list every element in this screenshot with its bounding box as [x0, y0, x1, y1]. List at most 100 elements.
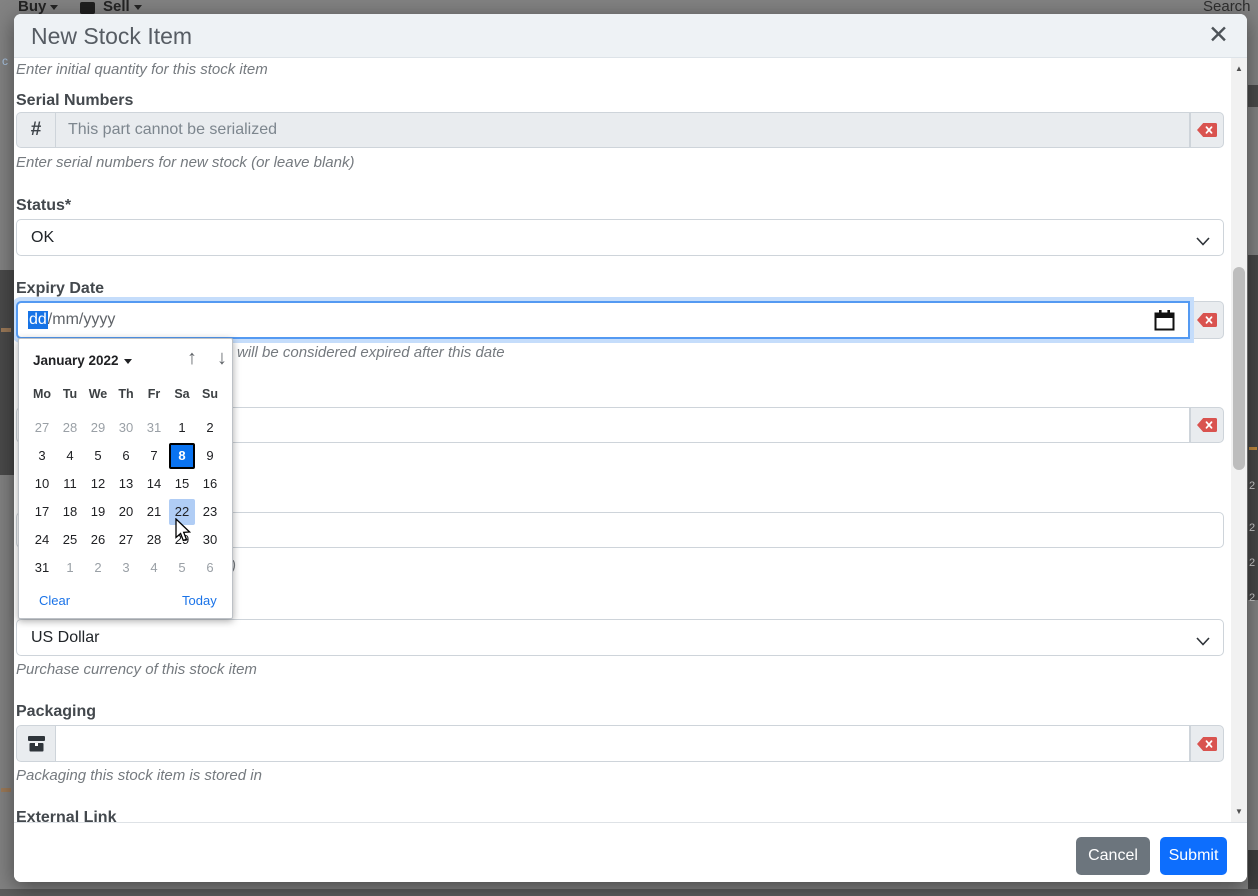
calendar-day-4[interactable]: 4	[56, 442, 84, 470]
expiry-date-label: Expiry Date	[16, 280, 104, 298]
calendar-day-6[interactable]: 6	[112, 442, 140, 470]
backdrop-fragment	[0, 270, 14, 475]
modal-footer: Cancel Submit	[14, 822, 1247, 882]
external-link-label: External Link	[16, 809, 116, 822]
calendar-day-31[interactable]: 31	[140, 414, 168, 442]
clear-batch-button[interactable]	[1190, 407, 1224, 443]
calendar-day-25[interactable]: 25	[56, 526, 84, 554]
serial-numbers-group: #	[16, 112, 1224, 148]
backspace-delete-icon	[1196, 736, 1218, 752]
caret-down-icon	[124, 359, 132, 364]
backdrop-fragment: c	[2, 54, 8, 68]
calendar-day-1[interactable]: 1	[168, 414, 196, 442]
calendar-day-5[interactable]: 5	[84, 442, 112, 470]
clear-serial-button[interactable]	[1190, 112, 1224, 148]
backdrop-fragment: 2	[1249, 557, 1255, 569]
calendar-day-8[interactable]: 8	[168, 442, 196, 470]
calendar-day-29[interactable]: 29	[84, 414, 112, 442]
expiry-date-input[interactable]: dd/mm/yyyy	[16, 301, 1190, 339]
backdrop-nav-buy: Buy	[18, 0, 58, 15]
calendar-day-3[interactable]: 3	[112, 554, 140, 582]
calendar-day-5[interactable]: 5	[168, 554, 196, 582]
calendar-day-6[interactable]: 6	[196, 554, 224, 582]
calendar-day-28[interactable]: 28	[56, 414, 84, 442]
calendar-today-link[interactable]: Today	[182, 593, 217, 608]
packaging-help: Packaging this stock item is stored in	[16, 767, 262, 784]
calendar-picker-icon[interactable]	[1153, 309, 1176, 338]
close-icon[interactable]: ✕	[1208, 20, 1229, 50]
date-day-segment[interactable]: dd	[28, 311, 48, 329]
calendar-day-10[interactable]: 10	[28, 470, 56, 498]
status-select[interactable]: OK	[16, 219, 1224, 256]
calendar-day-12[interactable]: 12	[84, 470, 112, 498]
calendar-day-26[interactable]: 26	[84, 526, 112, 554]
date-picker-popup: January 2022 ↑ ↓ MoTuWeThFrSaSu 27282930…	[18, 338, 233, 619]
cancel-button[interactable]: Cancel	[1076, 837, 1150, 875]
calendar-weekdays: MoTuWeThFrSaSu	[28, 387, 224, 407]
modal-header: New Stock Item ✕	[14, 14, 1247, 58]
calendar-day-18[interactable]: 18	[56, 498, 84, 526]
caret-down-icon	[134, 5, 142, 10]
calendar-day-11[interactable]: 11	[56, 470, 84, 498]
calendar-day-16[interactable]: 16	[196, 470, 224, 498]
backdrop-fragment: 2	[1249, 480, 1255, 492]
backdrop-fragment	[1, 328, 11, 332]
backdrop-fragment	[1248, 255, 1258, 600]
calendar-day-21[interactable]: 21	[140, 498, 168, 526]
purchase-currency-select[interactable]: US Dollar	[16, 619, 1224, 656]
next-month-arrow-icon[interactable]: ↓	[217, 347, 227, 370]
packaging-group	[16, 725, 1224, 762]
calendar-day-7[interactable]: 7	[140, 442, 168, 470]
calendar-day-3[interactable]: 3	[28, 442, 56, 470]
backdrop-nav-sell: Sell	[103, 0, 142, 15]
calendar-day-27[interactable]: 27	[112, 526, 140, 554]
calendar-day-15[interactable]: 15	[168, 470, 196, 498]
modal-title: New Stock Item	[31, 23, 192, 50]
submit-button[interactable]: Submit	[1160, 837, 1227, 875]
calendar-day-14[interactable]: 14	[140, 470, 168, 498]
calendar-day-31[interactable]: 31	[28, 554, 56, 582]
currency-help: Purchase currency of this stock item	[16, 661, 257, 678]
hash-icon: #	[16, 112, 56, 148]
expiry-date-group: dd/mm/yyyy	[16, 301, 1224, 339]
calendar-clear-link[interactable]: Clear	[39, 593, 70, 608]
weekday-label: Sa	[168, 387, 196, 407]
packaging-input[interactable]	[56, 725, 1190, 762]
weekday-label: Tu	[56, 387, 84, 407]
backdrop-fragment	[1248, 85, 1258, 107]
weekday-label: Fr	[140, 387, 168, 407]
calendar-day-28[interactable]: 28	[140, 526, 168, 554]
weekday-label: Su	[196, 387, 224, 407]
date-rest-segment[interactable]: /mm/yyyy	[48, 311, 116, 329]
calendar-day-2[interactable]: 2	[84, 554, 112, 582]
calendar-day-23[interactable]: 23	[196, 498, 224, 526]
calendar-day-13[interactable]: 13	[112, 470, 140, 498]
caret-down-icon	[50, 5, 58, 10]
scroll-down-icon[interactable]: ▼	[1231, 807, 1247, 816]
clear-expiry-button[interactable]	[1190, 301, 1224, 339]
month-selector[interactable]: January 2022	[33, 353, 132, 368]
calendar-day-19[interactable]: 19	[84, 498, 112, 526]
calendar-day-27[interactable]: 27	[28, 414, 56, 442]
calendar-day-17[interactable]: 17	[28, 498, 56, 526]
scrollbar-thumb[interactable]	[1233, 267, 1245, 470]
clear-packaging-button[interactable]	[1190, 725, 1224, 762]
calendar-day-1[interactable]: 1	[56, 554, 84, 582]
calendar-day-30[interactable]: 30	[112, 414, 140, 442]
scroll-up-icon[interactable]: ▲	[1231, 64, 1247, 73]
calendar-day-9[interactable]: 9	[196, 442, 224, 470]
previous-month-arrow-icon[interactable]: ↑	[187, 347, 197, 370]
calendar-day-2[interactable]: 2	[196, 414, 224, 442]
serial-numbers-input[interactable]	[56, 112, 1190, 148]
calendar-day-20[interactable]: 20	[112, 498, 140, 526]
backspace-delete-icon	[1196, 417, 1218, 433]
mouse-cursor	[174, 518, 192, 544]
chevron-down-icon	[1196, 233, 1210, 251]
calendar-day-24[interactable]: 24	[28, 526, 56, 554]
modal-scrollbar[interactable]: ▲ ▼	[1231, 58, 1247, 822]
calendar-day-30[interactable]: 30	[196, 526, 224, 554]
calendar-day-4[interactable]: 4	[140, 554, 168, 582]
backdrop-fragment	[0, 889, 1258, 896]
weekday-label: Th	[112, 387, 140, 407]
calendar-grid: 2728293031123456789101112131415161718192…	[28, 414, 224, 582]
